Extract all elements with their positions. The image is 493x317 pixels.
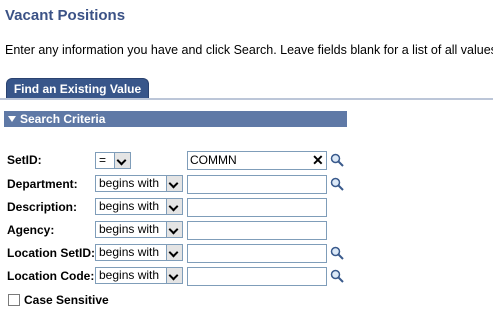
department-operator-value: begins with — [99, 176, 160, 190]
setid-operator-select[interactable]: = — [95, 152, 131, 169]
chevron-down-icon — [166, 268, 182, 283]
page-title: Vacant Positions — [5, 7, 126, 24]
agency-label: Agency: — [7, 223, 55, 237]
department-label: Department: — [7, 177, 78, 191]
description-input[interactable] — [187, 198, 327, 217]
department-operator-select[interactable]: begins with — [95, 175, 183, 192]
description-operator-value: begins with — [99, 199, 160, 213]
location-setid-operator-select[interactable]: begins with — [95, 244, 183, 261]
location-code-lookup-magnifier-icon[interactable] — [330, 269, 344, 283]
search-criteria-label: Search Criteria — [20, 112, 106, 126]
department-input[interactable] — [187, 175, 327, 194]
location-code-operator-value: begins with — [99, 268, 160, 282]
chevron-down-icon — [166, 245, 182, 260]
description-operator-select[interactable]: begins with — [95, 198, 183, 215]
search-criteria-header[interactable]: Search Criteria — [4, 111, 347, 127]
chevron-down-icon — [166, 176, 182, 191]
location-code-input[interactable] — [187, 267, 327, 286]
location-code-operator-select[interactable]: begins with — [95, 267, 183, 284]
instructions-text: Enter any information you have and click… — [5, 43, 493, 57]
setid-operator-value: = — [99, 153, 107, 167]
agency-operator-select[interactable]: begins with — [95, 221, 183, 238]
department-lookup-magnifier-icon[interactable] — [330, 177, 344, 191]
location-setid-input[interactable] — [187, 244, 327, 263]
agency-input[interactable] — [187, 221, 327, 240]
setid-lookup-magnifier-icon[interactable] — [330, 153, 344, 167]
description-label: Description: — [7, 200, 78, 214]
location-setid-label: Location SetID: — [7, 246, 96, 260]
location-setid-lookup-magnifier-icon[interactable] — [330, 246, 344, 260]
tab-find-existing-value[interactable]: Find an Existing Value — [6, 78, 149, 98]
case-sensitive-label[interactable]: Case Sensitive — [24, 293, 109, 307]
close-icon[interactable]: ✕ — [312, 153, 324, 167]
chevron-down-icon — [114, 153, 130, 168]
chevron-down-icon — [166, 199, 182, 214]
setid-input[interactable]: COMMN — [187, 151, 327, 170]
setid-label: SetID: — [7, 153, 42, 167]
tab-divider — [0, 98, 493, 100]
location-code-label: Location Code: — [7, 269, 95, 283]
collapse-triangle-icon — [8, 116, 16, 123]
case-sensitive-checkbox[interactable] — [8, 294, 20, 306]
agency-operator-value: begins with — [99, 222, 160, 236]
location-setid-operator-value: begins with — [99, 245, 160, 259]
chevron-down-icon — [166, 222, 182, 237]
